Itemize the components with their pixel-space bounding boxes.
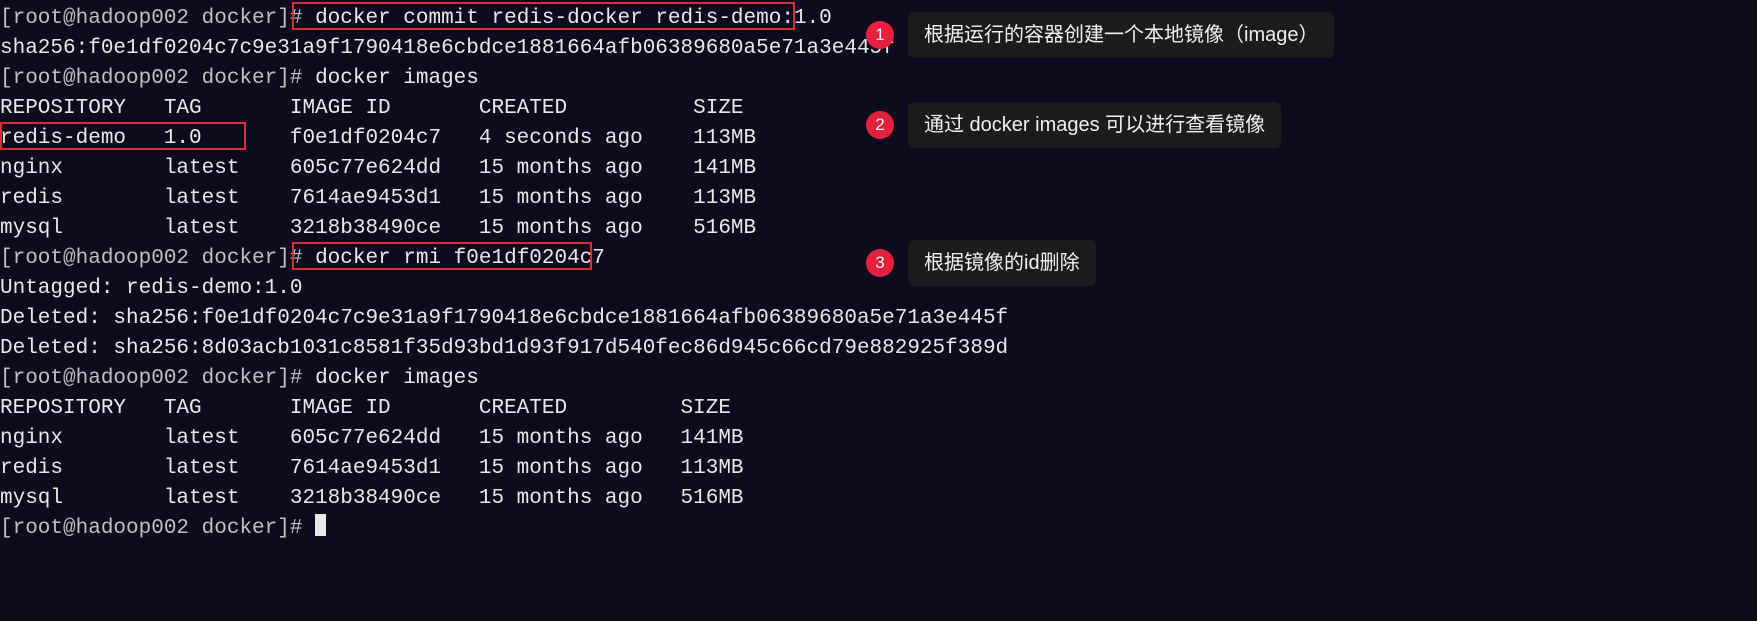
- prompt: [root@hadoop002 docker]#: [0, 67, 315, 90]
- prompt: [root@hadoop002 docker]#: [0, 247, 315, 270]
- annotation-number-icon: 1: [866, 21, 894, 49]
- terminal-line-deleted: Deleted: sha256:8d03acb1031c8581f35d93bd…: [0, 334, 1757, 364]
- terminal-line-prompt: [root@hadoop002 docker]#: [0, 514, 1757, 544]
- annotation-text: 通过 docker images 可以进行查看镜像: [908, 102, 1281, 148]
- table-row: redis latest 7614ae9453d1 15 months ago …: [0, 184, 1757, 214]
- annotation-number-icon: 2: [866, 111, 894, 139]
- terminal-line-deleted: Deleted: sha256:f0e1df0204c7c9e31a9f1790…: [0, 304, 1757, 334]
- annotation-2: 2 通过 docker images 可以进行查看镜像: [866, 102, 1281, 148]
- cmd-docker-commit: docker commit redis-docker redis-demo:1.…: [315, 7, 832, 30]
- table-row: redis latest 7614ae9453d1 15 months ago …: [0, 454, 1757, 484]
- annotation-3: 3 根据镜像的id删除: [866, 240, 1096, 286]
- table-row: nginx latest 605c77e624dd 15 months ago …: [0, 424, 1757, 454]
- cmd-docker-rmi: docker rmi f0e1df0204c7: [315, 247, 605, 270]
- prompt: [root@hadoop002 docker]#: [0, 517, 315, 540]
- images-header: REPOSITORY TAG IMAGE ID CREATED SIZE: [0, 394, 1757, 424]
- prompt: [root@hadoop002 docker]#: [0, 367, 315, 390]
- annotation-text: 根据镜像的id删除: [908, 240, 1096, 286]
- cmd-docker-images: docker images: [315, 67, 479, 90]
- prompt: [root@hadoop002 docker]#: [0, 7, 315, 30]
- terminal-line-images1: [root@hadoop002 docker]# docker images: [0, 64, 1757, 94]
- annotation-number-icon: 3: [866, 249, 894, 277]
- annotation-1: 1 根据运行的容器创建一个本地镜像（image）: [866, 12, 1334, 58]
- table-row: nginx latest 605c77e624dd 15 months ago …: [0, 154, 1757, 184]
- annotation-text: 根据运行的容器创建一个本地镜像（image）: [908, 12, 1334, 58]
- table-row: mysql latest 3218b38490ce 15 months ago …: [0, 484, 1757, 514]
- terminal-line-images2: [root@hadoop002 docker]# docker images: [0, 364, 1757, 394]
- cmd-docker-images: docker images: [315, 367, 479, 390]
- cursor-icon: [315, 514, 326, 536]
